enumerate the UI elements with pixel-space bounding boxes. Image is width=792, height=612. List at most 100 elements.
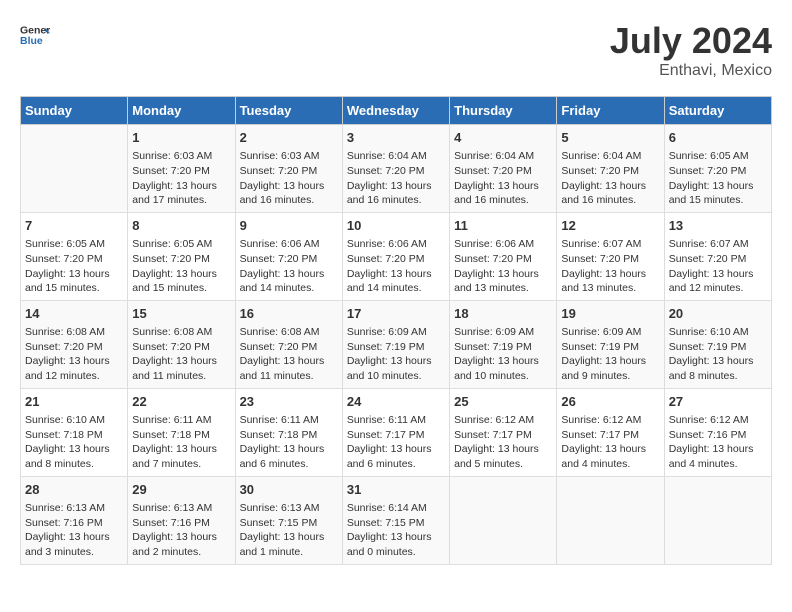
day-number: 8 [132,217,230,235]
day-info: Sunrise: 6:04 AM [347,149,445,164]
day-info: Sunset: 7:20 PM [347,252,445,267]
day-info: Daylight: 13 hours [347,442,445,457]
day-number: 15 [132,305,230,323]
day-info: and 10 minutes. [347,369,445,384]
day-info: and 16 minutes. [347,193,445,208]
day-info: and 14 minutes. [347,281,445,296]
day-header-saturday: Saturday [664,97,771,125]
day-info: Daylight: 13 hours [132,530,230,545]
day-header-friday: Friday [557,97,664,125]
day-info: Sunrise: 6:11 AM [240,413,338,428]
day-info: Daylight: 13 hours [25,267,123,282]
day-number: 26 [561,393,659,411]
calendar-cell [557,476,664,564]
day-info: and 10 minutes. [454,369,552,384]
day-info: and 4 minutes. [669,457,767,472]
day-info: Daylight: 13 hours [240,267,338,282]
day-info: Sunset: 7:19 PM [669,340,767,355]
calendar-cell: 6Sunrise: 6:05 AMSunset: 7:20 PMDaylight… [664,125,771,213]
day-info: Sunset: 7:20 PM [561,164,659,179]
day-number: 10 [347,217,445,235]
day-info: and 8 minutes. [25,457,123,472]
day-info: Daylight: 13 hours [132,179,230,194]
day-number: 4 [454,129,552,147]
day-info: Sunset: 7:18 PM [132,428,230,443]
day-info: Sunrise: 6:06 AM [240,237,338,252]
day-info: and 2 minutes. [132,545,230,560]
day-info: and 14 minutes. [240,281,338,296]
calendar-cell: 16Sunrise: 6:08 AMSunset: 7:20 PMDayligh… [235,300,342,388]
day-number: 28 [25,481,123,499]
day-info: Daylight: 13 hours [561,179,659,194]
day-number: 16 [240,305,338,323]
calendar-cell: 1Sunrise: 6:03 AMSunset: 7:20 PMDaylight… [128,125,235,213]
day-info: Daylight: 13 hours [454,442,552,457]
day-info: Sunrise: 6:12 AM [454,413,552,428]
day-number: 9 [240,217,338,235]
calendar-cell: 29Sunrise: 6:13 AMSunset: 7:16 PMDayligh… [128,476,235,564]
day-info: Sunset: 7:20 PM [669,164,767,179]
day-info: Sunrise: 6:06 AM [454,237,552,252]
day-info: Daylight: 13 hours [347,179,445,194]
day-info: and 0 minutes. [347,545,445,560]
day-header-wednesday: Wednesday [342,97,449,125]
day-info: Sunrise: 6:04 AM [561,149,659,164]
day-number: 11 [454,217,552,235]
day-info: Sunrise: 6:05 AM [25,237,123,252]
day-info: Sunset: 7:17 PM [347,428,445,443]
day-info: Sunset: 7:20 PM [454,164,552,179]
day-info: Daylight: 13 hours [240,530,338,545]
day-header-thursday: Thursday [450,97,557,125]
day-info: Daylight: 13 hours [132,267,230,282]
day-info: Sunset: 7:20 PM [132,252,230,267]
day-info: Sunrise: 6:05 AM [132,237,230,252]
calendar-cell: 9Sunrise: 6:06 AMSunset: 7:20 PMDaylight… [235,212,342,300]
day-header-tuesday: Tuesday [235,97,342,125]
calendar-cell: 18Sunrise: 6:09 AMSunset: 7:19 PMDayligh… [450,300,557,388]
day-number: 13 [669,217,767,235]
week-row-2: 7Sunrise: 6:05 AMSunset: 7:20 PMDaylight… [21,212,772,300]
day-info: and 12 minutes. [669,281,767,296]
page-header: General Blue July 2024 Enthavi, Mexico [20,20,772,80]
day-info: Daylight: 13 hours [454,267,552,282]
day-info: and 11 minutes. [132,369,230,384]
day-number: 3 [347,129,445,147]
calendar-cell: 4Sunrise: 6:04 AMSunset: 7:20 PMDaylight… [450,125,557,213]
day-info: Sunset: 7:20 PM [25,340,123,355]
day-info: Daylight: 13 hours [669,354,767,369]
calendar-cell: 19Sunrise: 6:09 AMSunset: 7:19 PMDayligh… [557,300,664,388]
calendar-cell: 27Sunrise: 6:12 AMSunset: 7:16 PMDayligh… [664,388,771,476]
day-info: and 8 minutes. [669,369,767,384]
day-number: 31 [347,481,445,499]
day-info: Daylight: 13 hours [347,530,445,545]
days-header-row: SundayMondayTuesdayWednesdayThursdayFrid… [21,97,772,125]
day-info: Sunrise: 6:07 AM [669,237,767,252]
day-info: and 16 minutes. [240,193,338,208]
day-info: Sunrise: 6:05 AM [669,149,767,164]
calendar-cell: 25Sunrise: 6:12 AMSunset: 7:17 PMDayligh… [450,388,557,476]
svg-text:Blue: Blue [20,35,43,47]
calendar-cell: 10Sunrise: 6:06 AMSunset: 7:20 PMDayligh… [342,212,449,300]
day-number: 29 [132,481,230,499]
calendar-cell: 17Sunrise: 6:09 AMSunset: 7:19 PMDayligh… [342,300,449,388]
day-info: Daylight: 13 hours [454,354,552,369]
day-info: Daylight: 13 hours [561,354,659,369]
day-info: Sunset: 7:20 PM [347,164,445,179]
day-info: Sunrise: 6:09 AM [347,325,445,340]
day-info: Sunset: 7:19 PM [347,340,445,355]
day-number: 7 [25,217,123,235]
week-row-1: 1Sunrise: 6:03 AMSunset: 7:20 PMDaylight… [21,125,772,213]
day-number: 27 [669,393,767,411]
day-info: Daylight: 13 hours [240,354,338,369]
calendar-cell: 2Sunrise: 6:03 AMSunset: 7:20 PMDaylight… [235,125,342,213]
day-info: Sunset: 7:19 PM [454,340,552,355]
day-info: Daylight: 13 hours [347,267,445,282]
day-info: Daylight: 13 hours [454,179,552,194]
day-number: 21 [25,393,123,411]
day-info: Sunset: 7:20 PM [25,252,123,267]
title-block: July 2024 Enthavi, Mexico [610,20,772,80]
week-row-3: 14Sunrise: 6:08 AMSunset: 7:20 PMDayligh… [21,300,772,388]
day-info: Daylight: 13 hours [25,354,123,369]
day-info: and 15 minutes. [669,193,767,208]
day-number: 14 [25,305,123,323]
